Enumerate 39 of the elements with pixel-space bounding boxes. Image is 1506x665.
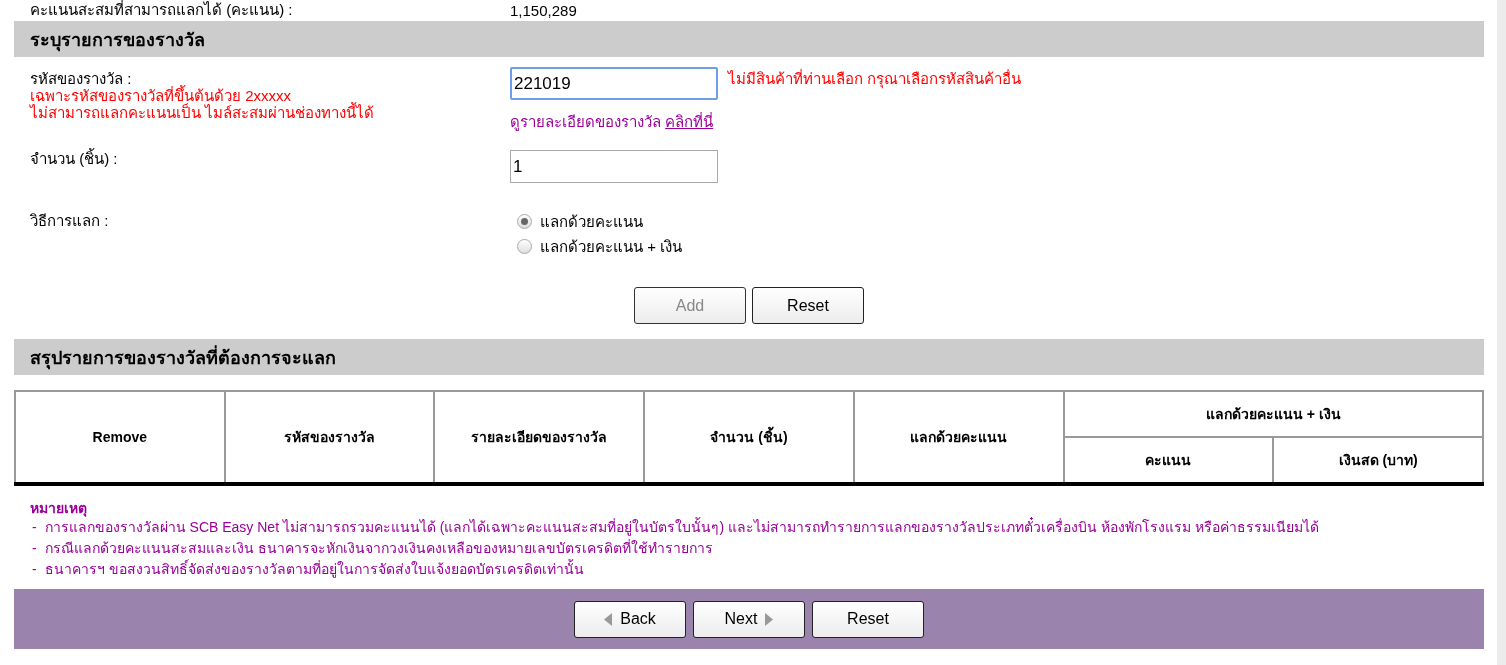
radio-button[interactable]: [517, 239, 532, 254]
radio-label[interactable]: แลกด้วยคะแนน: [540, 209, 643, 234]
column-header: รหัสของรางวัล: [224, 391, 435, 484]
right-triangle-icon: [765, 612, 774, 626]
field-label: จำนวน (ชิ้น) :: [30, 150, 119, 167]
section-header: สรุปรายการของรางวัลที่ต้องการจะแลก: [14, 339, 1484, 375]
note-text: การแลกของรางวัลผ่าน SCB Easy Net ไม่สามารถรวมคะแนนได้ (แลกได้เฉพาะคะแนนสะสมที่อยู่ในบัตรใบนั้นๆ) และไม่สามารถทำรายการแลกของรางวัลประเภทตั๋วเครื่องบิน ห้องพักโรงแรม หรือค่าธรรมเนียมได้: [44, 517, 1319, 538]
hint-text: เฉพาะรหัสของรางวัลที่ขึ้นต้นด้วย 2xxxxx: [30, 87, 291, 104]
column-header: จำนวน (ชิ้น): [644, 391, 854, 484]
prize-code-field[interactable]: 221019: [510, 67, 718, 100]
bullet-mark: -: [32, 560, 37, 579]
next-button[interactable]: Next: [693, 600, 805, 638]
detail-text: ดูรายละเอียดของรางวัล คลิกที่นี่: [510, 111, 715, 133]
bullet-mark: -: [32, 539, 37, 558]
back-button[interactable]: Back: [574, 600, 686, 638]
column-header: รายละเอียดของรางวัล: [434, 391, 645, 484]
field-label: วิธีการแลก :: [30, 212, 110, 229]
hint-text: ไม่สามารถแลกคะแนนเป็น ไมล์สะสมผ่านช่องทางนี้ได้: [30, 104, 376, 121]
bullet-mark: -: [32, 518, 37, 537]
points-label: คะแนนสะสมที่สามารถแลกได้ (คะแนน) :: [30, 1, 294, 18]
column-header: Remove: [15, 391, 225, 484]
section-header: ระบุรายการของรางวัล: [14, 21, 1484, 57]
notes-title: หมายเหตุ: [30, 500, 88, 517]
link[interactable]: คลิกที่นี่: [665, 113, 714, 130]
points-value: 1,150,289: [510, 1, 577, 21]
left-triangle-icon: [604, 612, 613, 626]
button-label[interactable]: Next: [724, 610, 758, 628]
field-label: รหัสของรางวัล :: [30, 70, 132, 87]
button-label[interactable]: Back: [620, 610, 656, 628]
radio-label[interactable]: แลกด้วยคะแนน + เงิน: [540, 234, 683, 259]
quantity-field[interactable]: 1: [510, 150, 718, 183]
radio-button[interactable]: [517, 214, 532, 229]
reset-button[interactable]: Reset: [812, 600, 924, 638]
note-text: ธนาคารฯ ขอสงวนสิทธิ์จัดส่งของรางวัลตามที่อยู่ในการจัดส่งใบแจ้งยอดบัตรเครดิตเท่านั้น: [44, 559, 584, 580]
column-header: แลกด้วยคะแนน: [853, 391, 1064, 484]
error-message: ไม่มีสินค้าที่ท่านเลือก กรุณาเลือกรหัสสินค้าอื่น: [728, 68, 1022, 91]
column-header: แลกด้วยคะแนน + เงิน: [1063, 391, 1483, 437]
reset-button[interactable]: Reset: [752, 287, 864, 324]
note-text: กรณีแลกด้วยคะแนนสะสมและเงิน ธนาคารจะหักเงินจากวงเงินคงเหลือของหมายเลขบัตรเครดิตที่ใช้ทำรายการ: [44, 538, 713, 558]
